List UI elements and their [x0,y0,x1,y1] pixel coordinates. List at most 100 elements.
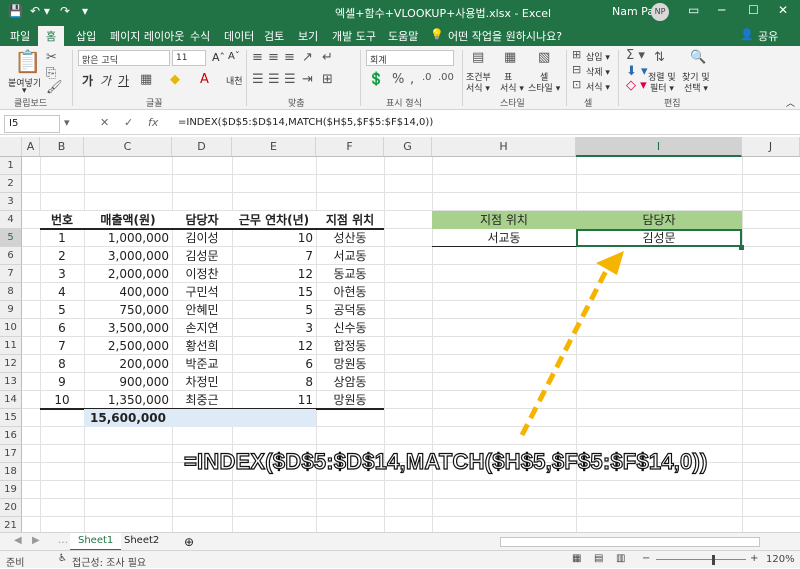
row-header[interactable]: 2 [0,175,22,193]
sheet-tab-sheet1[interactable]: Sheet1 [70,533,122,551]
tab-developer[interactable]: 개발 도구 [332,28,376,44]
row-header[interactable]: 16 [0,427,22,445]
table-cell[interactable]: 아현동 [316,283,384,301]
delete-cells-button[interactable]: 삭제 ▾ [586,65,610,78]
tab-formulas[interactable]: 수식 [190,28,210,44]
row-header[interactable]: 1 [0,157,22,175]
tab-home[interactable]: 홈 [38,26,65,46]
table-cell[interactable]: 7 [40,337,84,355]
table-cell[interactable]: 상암동 [316,373,384,391]
column-header-d[interactable]: D [172,137,232,157]
increase-font-icon[interactable]: Aˆ [212,51,225,64]
table-cell[interactable]: 안혜민 [172,301,232,319]
row-header[interactable]: 8 [0,283,22,301]
tab-help[interactable]: 도움말 [388,28,418,44]
minimize-icon[interactable]: ─ [718,3,725,17]
row-header[interactable]: 9 [0,301,22,319]
table-cell[interactable]: 이정찬 [172,265,232,283]
bold-icon[interactable]: 가 [82,72,93,89]
decrease-font-icon[interactable]: Aˇ [228,51,240,62]
align-middle-icon[interactable]: ≡ [268,50,279,65]
paste-dropdown-icon[interactable]: ▾ [22,86,27,96]
italic-icon[interactable]: 가 [100,72,111,89]
zoom-slider[interactable] [656,559,746,560]
format-cells-icon[interactable]: ⊡ [572,78,581,91]
table-cell[interactable]: 망원동 [316,391,384,409]
table-cell[interactable]: 황선희 [172,337,232,355]
table-cell[interactable]: 3,000,000 [84,247,172,265]
table-cell[interactable]: 김성문 [172,247,232,265]
table-cell[interactable]: 3 [40,265,84,283]
align-center-icon[interactable]: ☰ [268,72,280,87]
table-cell[interactable]: 동교동 [316,265,384,283]
insert-function-icon[interactable]: fx [148,116,158,129]
name-box[interactable]: I5 [4,115,60,133]
delete-cells-icon[interactable]: ⊟ [572,63,581,76]
maximize-icon[interactable]: ☐ [748,3,759,17]
total-sales-cell[interactable]: 15,600,000 [84,409,172,427]
table-cell[interactable]: 10 [232,229,316,247]
table-cell[interactable]: 10 [40,391,84,409]
fill-color-icon[interactable]: ◆ [170,72,180,87]
row-header[interactable]: 4 [0,211,22,229]
table-cell[interactable]: 6 [40,319,84,337]
customize-quick-access-icon[interactable]: ▾ [82,4,88,18]
column-header-h[interactable]: H [432,137,576,157]
tab-view[interactable]: 보기 [298,28,318,44]
font-name-select[interactable]: 맑은 고딕 [78,50,170,66]
table-cell[interactable]: 15 [232,283,316,301]
table-cell[interactable]: 12 [232,265,316,283]
font-size-select[interactable]: 11 [172,50,206,66]
avatar[interactable]: NP [651,3,669,21]
row-header[interactable]: 5 [0,229,22,247]
zoom-out-icon[interactable]: − [642,553,650,564]
row-header[interactable]: 11 [0,337,22,355]
table-cell[interactable]: 200,000 [84,355,172,373]
row-header[interactable]: 10 [0,319,22,337]
sort-filter-icon[interactable]: ⇅ [654,50,665,65]
phonetic-icon[interactable]: 내천 [226,74,243,87]
sort-filter-dropdown[interactable]: 필터 ▾ [650,81,674,94]
autosum-icon[interactable]: Σ ▾ [626,48,645,63]
table-cell[interactable]: 5 [232,301,316,319]
column-header-f[interactable]: F [316,137,384,157]
insert-cells-icon[interactable]: ⊞ [572,48,581,61]
table-cell[interactable]: 9 [40,373,84,391]
table-cell[interactable]: 성산동 [316,229,384,247]
copy-icon[interactable]: ⎘ [46,66,56,81]
fill-handle[interactable] [739,245,744,250]
table-cell[interactable]: 2 [40,247,84,265]
table-cell[interactable]: 공덕동 [316,301,384,319]
name-box-dropdown-icon[interactable]: ▾ [64,116,70,129]
tab-review[interactable]: 검토 [264,28,284,44]
comma-icon[interactable]: , [410,72,414,87]
close-icon[interactable]: ✕ [778,3,788,17]
lookup-header-location[interactable]: 지점 위치 [432,211,576,229]
column-header-e[interactable]: E [232,137,316,157]
lookup-header-manager[interactable]: 담당자 [576,211,742,229]
wrap-text-icon[interactable]: ↵ [322,50,333,65]
percent-icon[interactable]: % [392,72,404,87]
lookup-value-location[interactable]: 서교동 [432,229,576,247]
table-cell[interactable]: 박준교 [172,355,232,373]
table-cell[interactable]: 8 [232,373,316,391]
horizontal-scrollbar[interactable] [500,537,760,547]
table-cell[interactable]: 최중근 [172,391,232,409]
table-cell[interactable]: 김이성 [172,229,232,247]
table-cell[interactable]: 망원동 [316,355,384,373]
tab-data[interactable]: 데이터 [224,28,254,44]
format-cells-button[interactable]: 서식 ▾ [586,80,610,93]
align-left-icon[interactable]: ☰ [252,72,264,87]
conditional-format-dropdown[interactable]: 서식 ▾ [466,81,490,94]
table-header-cell[interactable]: 지점 위치 [316,211,384,229]
table-header-cell[interactable]: 담당자 [172,211,232,229]
align-top-icon[interactable]: ≡ [252,50,263,65]
align-right-icon[interactable]: ☰ [284,72,296,87]
table-cell[interactable]: 3 [232,319,316,337]
page-layout-view-icon[interactable]: ▤ [594,553,603,564]
table-cell[interactable]: 5 [40,301,84,319]
format-painter-icon[interactable]: 🖌 [46,80,63,95]
tell-me-search[interactable]: 어떤 작업을 원하시나요? [448,28,562,44]
row-header[interactable]: 12 [0,355,22,373]
increase-decimal-icon[interactable]: .0 [422,72,432,83]
